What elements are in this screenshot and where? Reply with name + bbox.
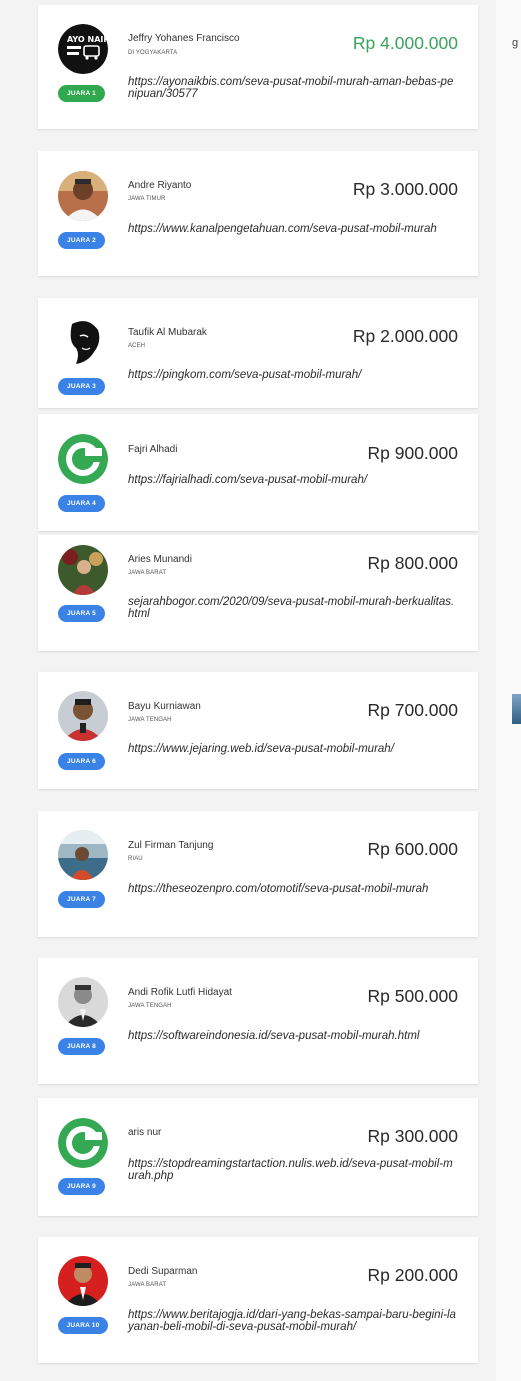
winner-name: aris nur [128, 1127, 162, 1138]
winner-card-10: JUARA 10 Dedi Suparman JAWA BARAT Rp 200… [38, 1237, 478, 1363]
rank-badge: JUARA 6 [58, 753, 105, 770]
profile-photo-icon [58, 171, 108, 221]
profile-photo-icon [58, 1256, 108, 1306]
rank-badge: JUARA 7 [58, 891, 105, 908]
side-column-text-fragment: g [512, 37, 519, 49]
profile-photo-icon [58, 830, 108, 880]
profile-photo-icon [58, 691, 108, 741]
winner-card-8: JUARA 8 Andi Rofik Lutfi Hidayat JAWA TE… [38, 958, 478, 1084]
prize-amount: Rp 3.000.000 [352, 179, 458, 199]
winner-region: JAWA TIMUR [128, 196, 166, 202]
winner-name: Andi Rofik Lutfi Hidayat [128, 987, 232, 998]
winner-name: Zul Firman Tanjung [128, 840, 214, 851]
right-column-gap [496, 0, 521, 1381]
rank-badge: JUARA 2 [58, 232, 105, 249]
winner-name: Jeffry Yohanes Francisco [128, 33, 240, 44]
rank-badge: JUARA 3 [58, 378, 105, 395]
article-link[interactable]: https://stopdreamingstartaction.nulis.we… [128, 1158, 458, 1182]
winner-name: Bayu Kurniawan [128, 701, 201, 712]
article-link[interactable]: https://pingkom.com/seva-pusat-mobil-mur… [128, 369, 458, 381]
winner-name: Aries Munandi [128, 554, 192, 565]
winner-card-1: AYO NAIK BIS JUARA 1 Jeffry Yohanes Fran… [38, 5, 478, 129]
winner-region: DI YOGYAKARTA [128, 50, 178, 56]
prize-amount: Rp 300.000 [367, 1126, 459, 1146]
winner-region: JAWA BARAT [128, 1282, 167, 1288]
prize-amount: Rp 2.000.000 [352, 326, 458, 346]
rank-badge: JUARA 1 [58, 85, 105, 102]
article-link[interactable]: https://theseozenpro.com/otomotif/seva-p… [128, 883, 458, 895]
winner-card-6: JUARA 6 Bayu Kurniawan JAWA TENGAH Rp 70… [38, 672, 478, 789]
logo-text-ayo: AYO NAIK BIS [67, 35, 108, 44]
rank-badge: JUARA 9 [58, 1178, 105, 1195]
winner-card-7: JUARA 7 Zul Firman Tanjung RIAU Rp 600.0… [38, 811, 478, 937]
rank-badge: JUARA 4 [58, 495, 105, 512]
article-link[interactable]: https://www.jejaring.web.id/seva-pusat-m… [128, 743, 458, 755]
winner-card-4: JUARA 4 Fajri Alhadi Rp 900.000 https://… [38, 414, 478, 531]
prize-amount: Rp 4.000.000 [352, 33, 458, 53]
prize-amount: Rp 500.000 [367, 986, 459, 1006]
prize-amount: Rp 800.000 [367, 553, 459, 573]
profile-photo-icon [58, 545, 108, 595]
article-link[interactable]: https://www.kanalpengetahuan.com/seva-pu… [128, 223, 458, 235]
winner-name: Andre Riyanto [128, 180, 192, 191]
winner-name: Fajri Alhadi [128, 444, 178, 455]
prize-amount: Rp 200.000 [367, 1265, 459, 1285]
winner-region: JAWA TENGAH [128, 1003, 172, 1009]
winner-region: RIAU [128, 856, 143, 862]
prize-amount: Rp 600.000 [367, 839, 459, 859]
rank-badge: JUARA 8 [58, 1038, 105, 1055]
silhouette-sketch-icon [58, 318, 108, 368]
winner-name: Dedi Suparman [128, 1266, 198, 1277]
rank-badge: JUARA 5 [58, 605, 105, 622]
side-column-image-fragment [512, 694, 521, 724]
green-g-logo-icon [58, 434, 108, 484]
winner-card-2: JUARA 2 Andre Riyanto JAWA TIMUR Rp 3.00… [38, 151, 478, 276]
winner-region: ACEH [128, 343, 146, 349]
article-link[interactable]: https://softwareindonesia.id/seva-pusat-… [128, 1030, 458, 1042]
winner-card-9: JUARA 9 aris nur Rp 300.000 https://stop… [38, 1098, 478, 1216]
rank-badge: JUARA 10 [58, 1317, 108, 1334]
prize-amount: Rp 700.000 [367, 700, 459, 720]
green-g-logo-icon [58, 1118, 108, 1168]
profile-photo-icon [58, 977, 108, 1027]
prize-amount: Rp 900.000 [367, 443, 459, 463]
article-link[interactable]: sejarahbogor.com/2020/09/seva-pusat-mobi… [128, 596, 458, 620]
winner-region: JAWA BARAT [128, 570, 167, 576]
winner-region: JAWA TENGAH [128, 717, 172, 723]
winner-card-5: JUARA 5 Aries Munandi JAWA BARAT Rp 800.… [38, 535, 478, 651]
winner-card-3: JUARA 3 Taufik Al Mubarak ACEH Rp 2.000.… [38, 298, 478, 408]
article-link[interactable]: https://ayonaikbis.com/seva-pusat-mobil-… [128, 76, 458, 100]
ayo-naik-bis-logo-icon: AYO NAIK BIS [58, 24, 108, 74]
article-link[interactable]: https://www.beritajogja.id/dari-yang-bek… [128, 1309, 458, 1333]
winner-name: Taufik Al Mubarak [128, 327, 207, 338]
article-link[interactable]: https://fajrialhadi.com/seva-pusat-mobil… [128, 474, 458, 486]
